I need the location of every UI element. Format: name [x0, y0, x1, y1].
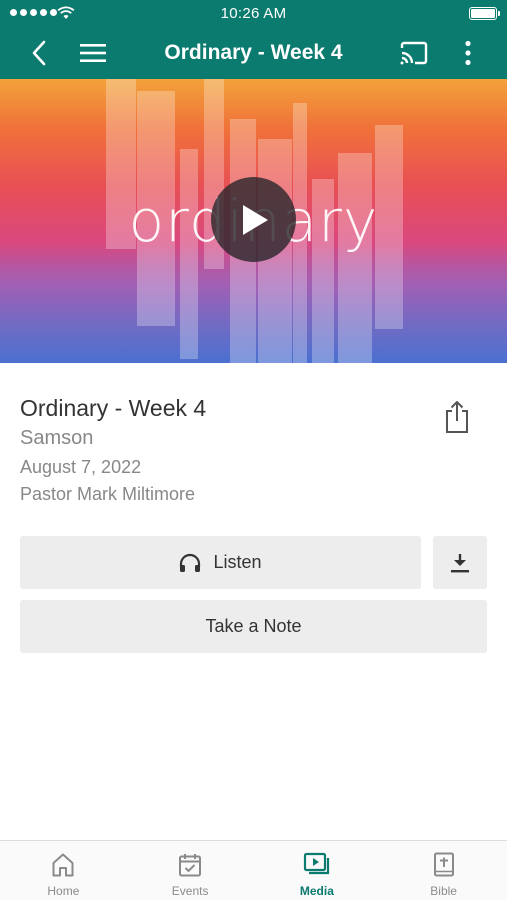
status-time: 10:26 AM	[220, 5, 287, 22]
tab-bar: Home Events Media Bible	[0, 840, 507, 900]
download-button[interactable]	[433, 536, 487, 589]
play-button[interactable]	[211, 177, 296, 262]
cast-icon	[400, 41, 428, 65]
play-icon	[242, 204, 268, 235]
tab-home[interactable]: Home	[0, 841, 127, 900]
tab-label: Media	[299, 884, 334, 898]
status-bar: 10:26 AM	[0, 0, 507, 28]
tab-events[interactable]: Events	[127, 841, 254, 900]
headphones-icon	[180, 553, 201, 572]
home-icon	[52, 853, 74, 877]
calendar-icon	[179, 854, 202, 877]
sermon-title: Ordinary - Week 4	[20, 395, 207, 421]
art-stripe	[338, 153, 372, 363]
cast-button[interactable]	[397, 38, 431, 68]
download-icon	[451, 553, 469, 572]
listen-button[interactable]: Listen	[20, 536, 421, 589]
sermon-series: Samson	[20, 427, 94, 449]
sermon-speaker: Pastor Mark Miltimore	[20, 484, 196, 504]
take-note-button[interactable]: Take a Note	[20, 600, 487, 653]
bible-icon	[433, 852, 454, 877]
sermon-date: August 7, 2022	[20, 457, 142, 477]
listen-label: Listen	[213, 552, 262, 572]
tab-label: Home	[47, 884, 80, 898]
share-icon	[446, 401, 468, 433]
more-vertical-icon	[465, 40, 471, 66]
battery-icon	[469, 7, 500, 20]
take-note-label: Take a Note	[205, 616, 302, 636]
tab-label: Events	[171, 884, 209, 898]
sermon-artwork[interactable]: ordinary	[0, 79, 507, 363]
nav-bar: Ordinary - Week 4	[0, 28, 507, 79]
share-button[interactable]	[440, 398, 474, 436]
tab-label: Bible	[430, 884, 457, 898]
media-icon	[303, 852, 329, 875]
more-options-button[interactable]	[456, 38, 480, 68]
tab-bible[interactable]: Bible	[380, 841, 507, 900]
tab-media[interactable]: Media	[254, 841, 381, 900]
